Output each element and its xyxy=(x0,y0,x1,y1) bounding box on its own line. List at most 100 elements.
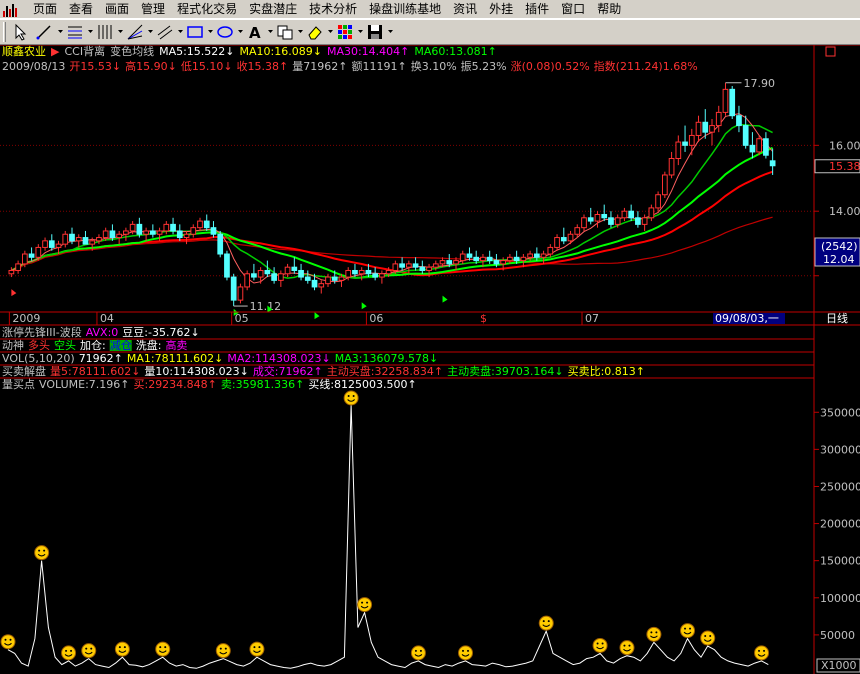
buy-point-smiley-icon xyxy=(357,597,373,613)
vol-axis-label-3: 200000 xyxy=(820,518,860,531)
menu-item-0[interactable]: 页面 xyxy=(27,0,63,19)
menu-item-1[interactable]: 查看 xyxy=(63,0,99,19)
candle-body xyxy=(500,260,507,265)
candle-body xyxy=(304,276,311,281)
toolbar-grip[interactable] xyxy=(3,22,6,42)
dropdown-arrow-icon xyxy=(117,30,123,33)
ind4-zdmr: 主动买盘:32258.834↑ xyxy=(327,364,443,378)
menu-item-11[interactable]: 窗口 xyxy=(555,0,591,19)
menu-item-5[interactable]: 实盘潜庄 xyxy=(243,0,303,19)
copy-button[interactable] xyxy=(273,21,297,43)
menu-item-6[interactable]: 技术分析 xyxy=(303,0,363,19)
time-cursor-label: 09/08/03,一 xyxy=(715,312,779,325)
drawing-toolbar: A xyxy=(0,19,860,45)
menu-item-3[interactable]: 管理 xyxy=(135,0,171,19)
fib-button[interactable] xyxy=(63,21,87,43)
candle-body xyxy=(338,276,345,281)
quote-amount: 额11191↑ xyxy=(352,60,407,73)
channel-button[interactable] xyxy=(153,21,177,43)
candle-body xyxy=(587,217,594,222)
candle-body xyxy=(197,220,203,229)
save-button[interactable] xyxy=(363,21,387,43)
buy-point-smiley-icon xyxy=(680,623,696,639)
rectangle-button[interactable] xyxy=(183,21,207,43)
candle-body xyxy=(682,141,688,146)
candle-body xyxy=(237,286,244,301)
candle-body xyxy=(560,237,567,242)
candle-body xyxy=(668,158,675,176)
candle-body xyxy=(365,269,372,275)
candle-body xyxy=(284,266,291,275)
candle-body xyxy=(453,260,459,265)
buy-point-smiley-icon xyxy=(538,615,554,631)
candle-body xyxy=(224,253,230,278)
svg-text:A: A xyxy=(249,24,261,41)
text-button[interactable]: A xyxy=(243,21,267,43)
header-ma5: MA5:15.522↓ xyxy=(159,45,234,58)
ind4-zdmc: 主动卖盘:39703.164↓ xyxy=(447,364,563,378)
candle-body xyxy=(419,266,426,271)
menu-item-2[interactable]: 画面 xyxy=(99,0,135,19)
candle-body xyxy=(412,263,419,268)
candle-body xyxy=(116,233,123,239)
candle-body xyxy=(635,217,641,225)
candle-body xyxy=(688,134,695,146)
menu-item-7[interactable]: 操盘训练基地 xyxy=(363,0,447,19)
candle-body xyxy=(89,240,96,245)
time-label-0: 2009 xyxy=(12,312,40,325)
line-tool-button[interactable] xyxy=(33,21,57,43)
candle-body xyxy=(102,230,109,239)
ind2-gaomai: 高卖 xyxy=(165,338,187,352)
dropdown-arrow-icon xyxy=(387,30,393,33)
buy-point-smiley-icon xyxy=(114,641,130,657)
buy-point-smiley-icon xyxy=(155,641,171,657)
header-ma30: MA30:14.404↑ xyxy=(327,45,409,58)
candle-body xyxy=(533,253,540,258)
ind2-kong: 空头 xyxy=(54,338,76,352)
candle-body xyxy=(763,138,769,156)
buy-point-smiley-icon xyxy=(700,630,716,646)
dropdown-arrow-icon xyxy=(207,30,213,33)
price-axis-label-0: 16.00 xyxy=(829,139,860,152)
app-chart-icon[interactable] xyxy=(3,2,21,17)
save-dropdown[interactable] xyxy=(387,21,393,43)
cursor-icon xyxy=(15,23,27,41)
fan-button[interactable] xyxy=(123,21,147,43)
candle-body xyxy=(48,240,55,248)
ind3-ma1: MA1:78111.602↓ xyxy=(127,352,223,365)
buy-point-smiley-icon xyxy=(343,390,359,406)
ellipse-button[interactable] xyxy=(213,21,237,43)
candle-body xyxy=(271,273,277,281)
menu-item-8[interactable]: 资讯 xyxy=(447,0,483,19)
candle-body xyxy=(277,273,284,281)
candle-body xyxy=(695,121,702,136)
channel-icon xyxy=(157,25,173,40)
vol-axis-label-5: 100000 xyxy=(820,592,860,605)
candle-body xyxy=(621,210,628,219)
menu-item-12[interactable]: 帮助 xyxy=(591,0,627,19)
menu-item-9[interactable]: 外挂 xyxy=(483,0,519,19)
candle-body xyxy=(8,269,15,275)
line-tool-icon xyxy=(36,25,51,40)
copy-icon xyxy=(277,25,293,40)
candle-body xyxy=(318,283,325,288)
time-label-3: 06 xyxy=(369,312,383,325)
ind3-name: VOL(5,10,20) xyxy=(2,352,75,365)
ind5-sell: 卖:35981.336↑ xyxy=(221,378,304,391)
candle-body xyxy=(244,273,251,288)
candle-body xyxy=(493,260,500,265)
candle-body xyxy=(675,141,682,160)
menu-item-4[interactable]: 程式化交易 xyxy=(171,0,243,19)
header-arrow: ▶ xyxy=(51,45,60,58)
menu-item-10[interactable]: 插件 xyxy=(519,0,555,19)
eraser-button[interactable] xyxy=(303,21,327,43)
ind1-avx: AVX:0 xyxy=(86,326,119,339)
quote-change: 涨(0.08)0.52% xyxy=(511,60,590,73)
period-lines-button[interactable] xyxy=(93,21,117,43)
grid-button[interactable] xyxy=(333,21,357,43)
quote-index: 指数(211.24)1.68% xyxy=(594,59,698,73)
vol-axis-label-0: 350000 xyxy=(820,406,860,419)
kline-chart-area[interactable]: 顺鑫农业 ▶ CCI背离 变色均线 MA5:15.522↓ MA10:16.089↓ MA3… xyxy=(0,45,860,674)
dropdown-arrow-icon xyxy=(327,30,333,33)
cursor-button[interactable] xyxy=(9,21,33,43)
